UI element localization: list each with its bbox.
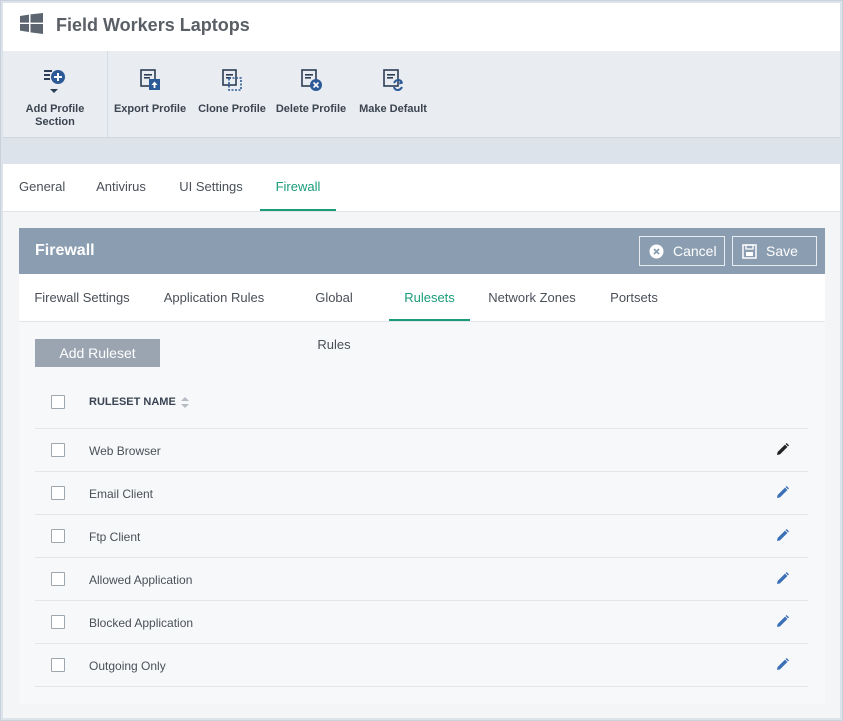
subtab-portsets[interactable]: Portsets (608, 274, 660, 321)
firewall-panel-header: Firewall Cancel Save (19, 228, 825, 274)
table-row[interactable]: Ftp Client (35, 515, 808, 558)
profile-tabs: General Antivirus UI Settings Firewall (3, 164, 840, 212)
tab-general[interactable]: General (19, 164, 65, 211)
column-header-label: RULESET NAME (89, 396, 176, 408)
row-checkbox[interactable] (51, 658, 65, 672)
firewall-subtabs: Firewall Settings Application Rules Glob… (19, 274, 825, 352)
windows-logo-icon (20, 13, 43, 34)
subtab-network-zones[interactable]: Network Zones (486, 274, 578, 321)
clone-icon (222, 69, 242, 91)
subtab-application-rules[interactable]: Application Rules (162, 274, 266, 321)
tab-antivirus[interactable]: Antivirus (92, 164, 150, 211)
subtab-rulesets[interactable]: Rulesets (389, 274, 470, 321)
table-body: Web Browser Email Client Ftp Client Allowed… (35, 429, 808, 687)
delete-icon (301, 69, 322, 91)
ruleset-name: Allowed Application (89, 573, 193, 587)
rulesets-table: RULESET NAME Web Browser Email Client Ftp … (35, 380, 808, 687)
table-row[interactable]: Outgoing Only (35, 644, 808, 687)
ruleset-name: Web Browser (89, 444, 161, 458)
cancel-icon (649, 244, 664, 258)
table-row[interactable]: Blocked Application (35, 601, 808, 644)
table-row[interactable]: Email Client (35, 472, 808, 515)
row-checkbox[interactable] (51, 443, 65, 457)
make-default-icon (383, 69, 403, 91)
table-header: RULESET NAME (35, 380, 808, 429)
edit-icon[interactable] (776, 529, 789, 542)
clone-profile-label: Clone Profile (198, 103, 266, 115)
subtab-firewall-settings[interactable]: Firewall Settings (33, 274, 131, 321)
panel-title: Firewall (35, 242, 95, 259)
make-default-label: Make Default (359, 103, 427, 115)
row-checkbox[interactable] (51, 615, 65, 629)
save-button[interactable]: Save (732, 236, 817, 266)
page-title: Field Workers Laptops (56, 15, 250, 35)
tab-ui-settings[interactable]: UI Settings (177, 164, 245, 211)
delete-profile-label: Delete Profile (275, 103, 347, 115)
export-icon (140, 69, 160, 90)
tab-firewall[interactable]: Firewall (260, 164, 336, 211)
toolbar-divider (107, 51, 108, 137)
delete-profile-button[interactable]: Delete Profile (275, 51, 347, 137)
row-checkbox[interactable] (51, 486, 65, 500)
add-ruleset-button[interactable]: Add Ruleset (35, 339, 160, 367)
sort-icon (180, 396, 189, 408)
ruleset-name: Ftp Client (89, 530, 141, 544)
cancel-label: Cancel (673, 243, 717, 259)
subtab-global-rules[interactable]: Global Rules (297, 274, 371, 352)
add-section-icon (44, 70, 65, 93)
profile-header: Field Workers Laptops (3, 3, 840, 51)
add-profile-section-label: Add Profile Section (25, 103, 85, 128)
ruleset-name: Email Client (89, 487, 154, 501)
row-checkbox[interactable] (51, 572, 65, 586)
save-icon (742, 243, 757, 259)
toolbar: Add Profile Section Export Profile Clone… (3, 51, 840, 138)
edit-icon[interactable] (776, 443, 789, 456)
table-row[interactable]: Allowed Application (35, 558, 808, 601)
row-checkbox[interactable] (51, 529, 65, 543)
edit-icon[interactable] (776, 615, 789, 628)
edit-icon[interactable] (776, 658, 789, 671)
export-profile-button[interactable]: Export Profile (113, 51, 187, 137)
add-profile-section-button[interactable]: Add Profile Section (17, 51, 93, 137)
make-default-button[interactable]: Make Default (357, 51, 429, 137)
export-profile-label: Export Profile (113, 103, 187, 115)
select-all-checkbox[interactable] (51, 395, 65, 409)
cancel-button[interactable]: Cancel (639, 236, 725, 266)
clone-profile-button[interactable]: Clone Profile (196, 51, 268, 137)
table-row[interactable]: Web Browser (35, 429, 808, 472)
save-label: Save (766, 243, 798, 259)
edit-icon[interactable] (776, 486, 789, 499)
ruleset-name: Blocked Application (89, 616, 194, 630)
column-header-ruleset-name[interactable]: RULESET NAME (89, 396, 189, 408)
edit-icon[interactable] (776, 572, 789, 585)
ruleset-name: Outgoing Only (89, 659, 166, 673)
